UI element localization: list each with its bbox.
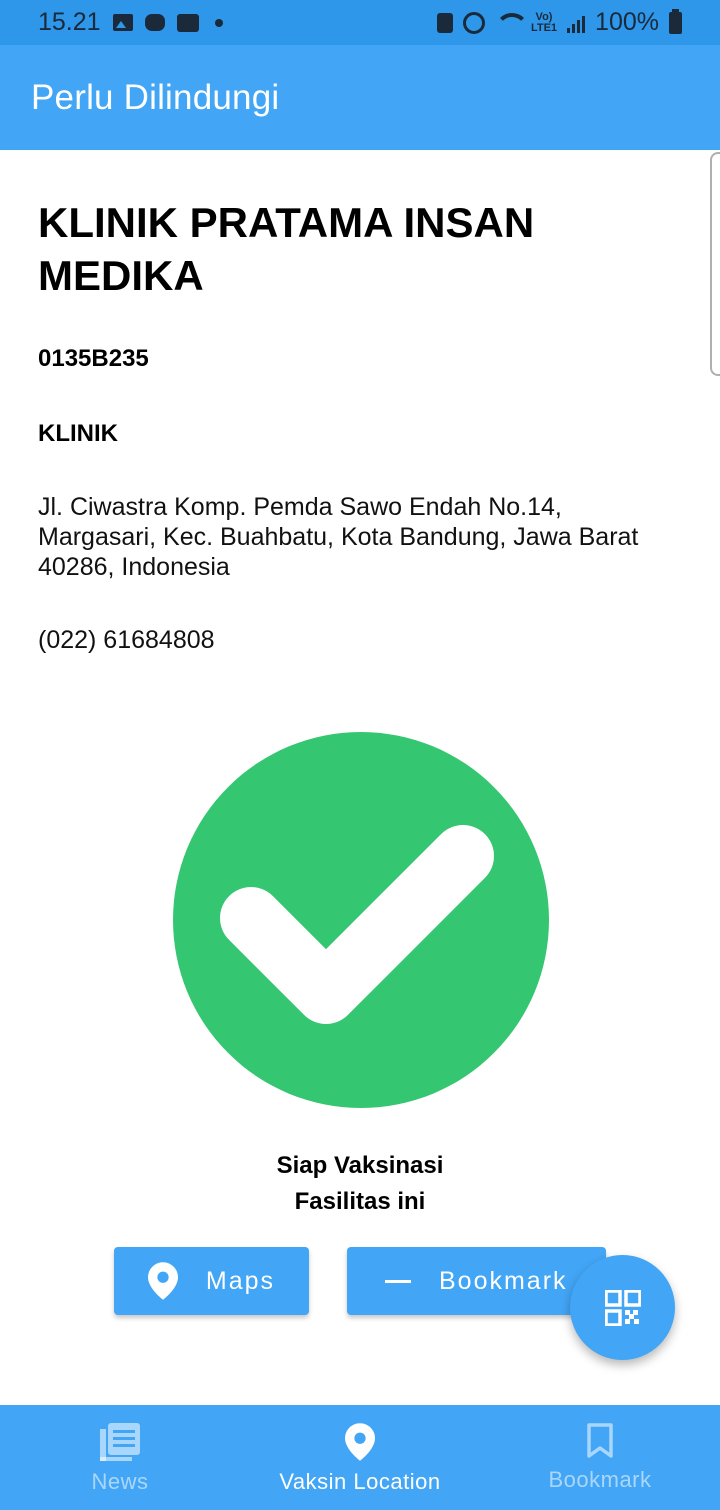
vaccination-status-line1: Siap Vaksinasi xyxy=(276,1152,444,1179)
wifi-icon xyxy=(494,12,529,33)
status-time: 15.21 xyxy=(38,8,101,36)
facility-type: KLINIK xyxy=(38,420,118,447)
app-notification-icon xyxy=(144,14,165,31)
bookmark-button[interactable]: Bookmark xyxy=(347,1247,606,1315)
system-status-bar: 15.21 Vo) LTE1 100% xyxy=(0,0,720,45)
signal-strength-icon xyxy=(567,13,586,33)
scrollbar-thumb[interactable] xyxy=(710,152,720,376)
check-circle-icon xyxy=(173,732,549,1108)
location-pin-icon xyxy=(345,1423,375,1461)
nav-label-vaksin-location: Vaksin Location xyxy=(279,1469,441,1494)
teams-notification-icon xyxy=(176,13,199,32)
nav-item-news[interactable]: News xyxy=(0,1405,240,1510)
maps-button[interactable]: Maps xyxy=(114,1247,309,1315)
facility-name: KLINIK PRATAMA INSAN MEDIKA xyxy=(38,199,535,299)
battery-percentage: 100% xyxy=(595,8,659,36)
app-title: Perlu Dilindungi xyxy=(31,77,280,117)
alarm-icon xyxy=(462,11,485,34)
nav-label-bookmark: Bookmark xyxy=(548,1467,652,1492)
qr-scan-fab[interactable] xyxy=(570,1255,675,1360)
nav-label-news: News xyxy=(91,1469,149,1494)
nav-item-vaksin-location[interactable]: Vaksin Location xyxy=(240,1405,480,1510)
qr-code-icon xyxy=(604,1289,641,1326)
more-notifications-dot-icon xyxy=(214,18,223,27)
vaccination-status-text: Siap Vaksinasi Fasilitas ini xyxy=(160,1148,560,1220)
bookmark-icon xyxy=(587,1423,613,1458)
news-icon xyxy=(100,1423,140,1461)
battery-saver-icon xyxy=(436,12,453,33)
location-pin-icon xyxy=(147,1262,178,1300)
gallery-notification-icon xyxy=(112,14,133,31)
nav-item-bookmark[interactable]: Bookmark xyxy=(480,1405,720,1510)
facility-address: Jl. Ciwastra Komp. Pemda Sawo Endah No.1… xyxy=(38,493,639,581)
bottom-navigation: News Vaksin Location Bookmark xyxy=(0,1405,720,1510)
status-left: 15.21 xyxy=(38,8,223,37)
app-bar: Perlu Dilindungi xyxy=(0,45,720,150)
maps-button-label: Maps xyxy=(205,1266,276,1295)
battery-icon xyxy=(669,8,682,34)
facility-phone: (022) 61684808 xyxy=(38,626,215,654)
app-screen: 15.21 Vo) LTE1 100% Perlu Dilindungi KLIN… xyxy=(0,0,720,1510)
status-right: Vo) LTE1 100% xyxy=(436,8,682,37)
vaccination-status-line2: Fasilitas ini xyxy=(294,1188,426,1215)
minus-icon xyxy=(385,1279,411,1283)
lte-indicator: Vo) LTE1 xyxy=(530,10,558,34)
bookmark-button-label: Bookmark xyxy=(439,1266,568,1295)
facility-code: 0135B235 xyxy=(38,345,149,372)
facility-detail[interactable]: KLINIK PRATAMA INSAN MEDIKA 0135B235 KLI… xyxy=(0,150,720,1405)
